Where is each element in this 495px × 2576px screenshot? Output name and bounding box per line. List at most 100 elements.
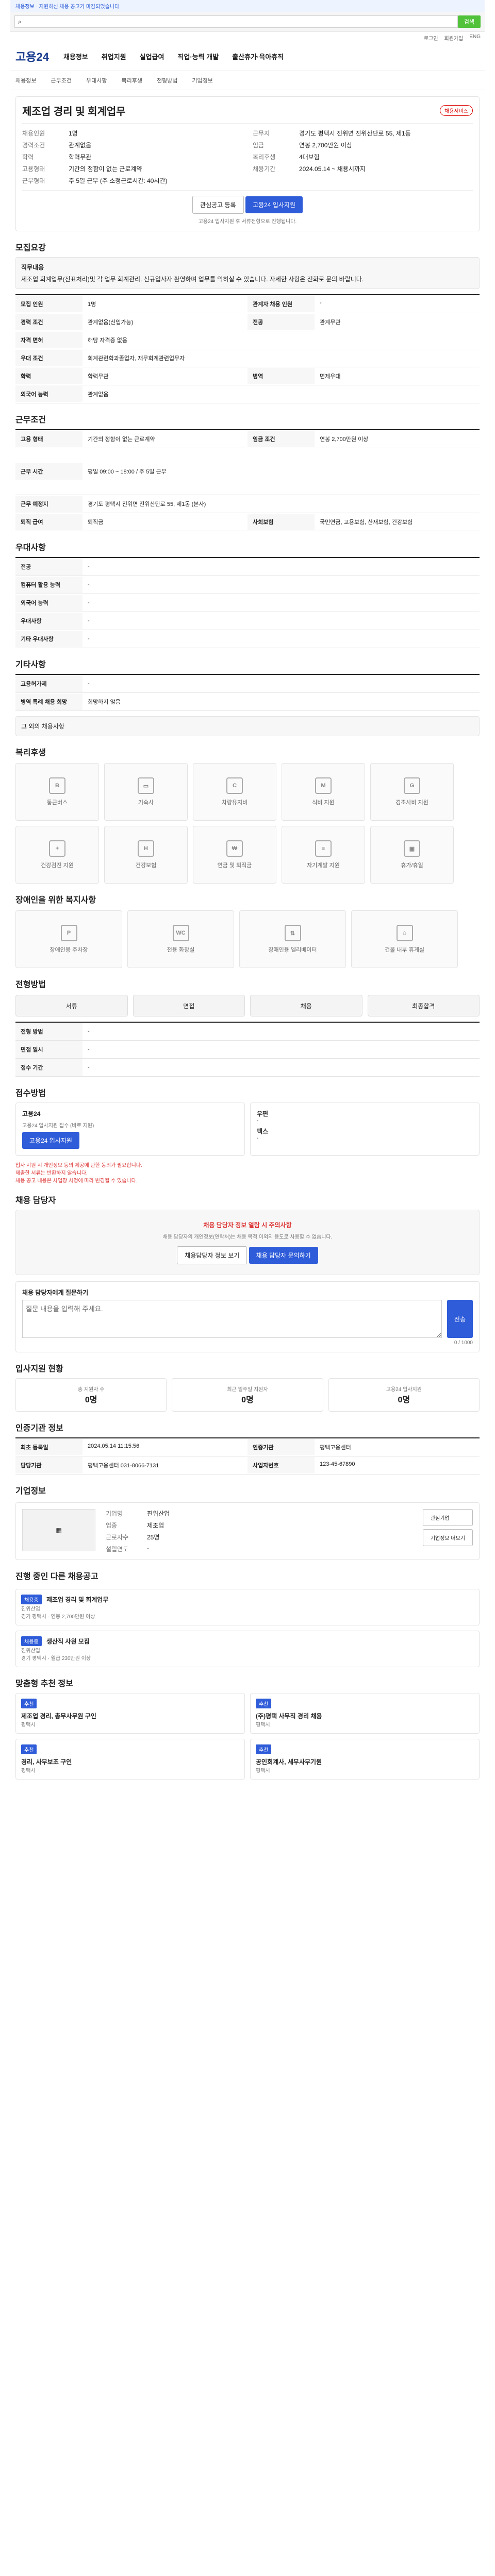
meal-icon: M xyxy=(315,777,332,794)
apply-note: 입사 지원 시 개인정보 등의 제공에 관한 동의가 필요합니다. xyxy=(15,1163,142,1168)
table-label: 고용 형태 xyxy=(15,431,82,447)
inquiry-send-button[interactable]: 전송 xyxy=(447,1300,473,1338)
nav-item[interactable]: 채용정보 xyxy=(63,52,88,61)
signup-link[interactable]: 회원가입 xyxy=(444,34,464,42)
follow-company-button[interactable]: 관심기업 xyxy=(422,1509,473,1526)
table-value: - xyxy=(88,1028,90,1035)
section-title: 기타사항 xyxy=(15,660,46,669)
section-title: 인증기관 정보 xyxy=(15,1424,63,1433)
table-label: 모집 인원 xyxy=(15,296,82,312)
table-label: 컴퓨터 활용 능력 xyxy=(15,577,82,593)
table-value: - xyxy=(88,582,90,588)
search-button[interactable]: 검색 xyxy=(457,15,481,28)
subnav-item[interactable]: 근무조건 xyxy=(51,76,71,84)
selection-step: 면접 xyxy=(133,995,245,1016)
language-link[interactable]: ENG xyxy=(469,34,481,42)
related-card[interactable]: 채용중 생산직 사원 모집 진위산업 경기 평택시 · 월급 230만원 이상 xyxy=(15,1631,480,1667)
ad-card[interactable]: 추천 (주)평택 사무직 경리 채용 평택시 xyxy=(250,1693,480,1734)
subnav-item[interactable]: 복리후생 xyxy=(121,76,142,84)
subnav-item[interactable]: 우대사항 xyxy=(86,76,107,84)
view-contact-button[interactable]: 채용담당자 정보 보기 xyxy=(177,1246,248,1264)
contact-alert-body: 채용 담당자의 개인정보(연락처)는 채용 목적 이외의 용도로 사용할 수 없… xyxy=(162,1234,333,1240)
search-box[interactable]: ⌕ xyxy=(14,15,458,28)
search-input[interactable] xyxy=(24,18,454,25)
welfare-item: ₩ 연금 및 퇴직금 xyxy=(193,826,276,884)
ads-row: 추천 제조업 경리, 총무사무원 구인 평택시 추천 (주)평택 사무직 경리 채용 평… xyxy=(15,1693,480,1734)
welfare-label: 차량유지비 xyxy=(221,800,248,806)
ad-tag: 추천 xyxy=(21,1699,37,1708)
subnav-item[interactable]: 전형방법 xyxy=(157,76,177,84)
ad-card[interactable]: 추천 공인회계사, 세무사무기원 평택시 xyxy=(250,1739,480,1780)
table-value: 회계관련학과졸업자, 재무회계관련업무자 xyxy=(88,355,185,362)
login-link[interactable]: 로그인 xyxy=(424,34,438,42)
welfare-item: B 통근버스 xyxy=(15,763,99,821)
ad-title: (주)평택 사무직 경리 채용 xyxy=(256,1713,322,1720)
nav-item[interactable]: 직업·능력 개발 xyxy=(177,52,219,61)
section-title: 우대사항 xyxy=(15,544,46,552)
table-value: 관계무관 xyxy=(320,319,341,326)
company-logo: ▦ xyxy=(22,1509,95,1551)
table-label: 우대사항 xyxy=(15,613,82,629)
summary-value: 2024.05.14 ~ 채용시까지 xyxy=(299,165,366,173)
table-label: 전공 xyxy=(248,314,315,330)
section-title: 맞춤형 추천 정보 xyxy=(15,1680,73,1688)
welfare-label: 자기계발 지원 xyxy=(307,862,340,869)
contact-alert-title: 채용 담당자 정보 열람 시 주의사항 xyxy=(203,1222,292,1229)
inquiry-textarea[interactable] xyxy=(22,1300,442,1338)
ad-sub: 평택시 xyxy=(21,1768,36,1774)
bed-icon: ▭ xyxy=(138,777,154,794)
company-label: 기업명 xyxy=(106,1510,123,1517)
main-nav: 채용정보 취업지원 실업급여 직업·능력 개발 출산휴가·육아휴직 xyxy=(63,52,284,61)
elevator-icon: ⇅ xyxy=(284,925,301,941)
ask-contact-button[interactable]: 채용 담당자 문의하기 xyxy=(249,1247,318,1264)
table-label: 인증기관 xyxy=(248,1439,315,1455)
welfare-item: ▭ 기숙사 xyxy=(104,763,188,821)
disability-label: 건물 내부 휴게실 xyxy=(385,947,424,953)
company-info-table: 최초 등록일 2024.05.14 11:15:56 인증기관 평택고용센터 담당기관… xyxy=(15,1437,480,1475)
summary-label: 채용인원 xyxy=(22,130,45,137)
apply-online-button[interactable]: 고용24 입사지원 xyxy=(22,1132,79,1149)
selection-steps: 서류 면접 채용 최종합격 xyxy=(15,995,480,1016)
nav-item[interactable]: 출산휴가·육아휴직 xyxy=(232,52,284,61)
company-value: 25명 xyxy=(147,1534,160,1541)
ad-card[interactable]: 추천 경리, 사무보조 구인 평택시 xyxy=(15,1739,245,1780)
welfare-item: G 경조사비 지원 xyxy=(370,763,454,821)
table-value: - xyxy=(88,600,90,606)
ad-title: 경리, 사무보조 구인 xyxy=(21,1758,72,1766)
site-logo[interactable]: 고용24 xyxy=(15,48,49,64)
table-value: 해당 자격증 없음 xyxy=(88,337,127,344)
table-label: 외국어 능력 xyxy=(15,595,82,611)
table-value: 학력무관 xyxy=(88,374,109,380)
interest-button[interactable]: 관심공고 등록 xyxy=(192,196,244,214)
apply-button[interactable]: 고용24 입사지원 xyxy=(245,196,303,213)
summary-value: 주 5일 근무 (주 소정근로시간: 40시간) xyxy=(69,177,168,184)
apply-mail-title: 우편 xyxy=(257,1110,269,1117)
stat-value: 0명 xyxy=(85,1396,97,1404)
ad-card[interactable]: 추천 제조업 경리, 총무사무원 구인 평택시 xyxy=(15,1693,245,1734)
related-company: 진위산업 xyxy=(21,1606,40,1612)
subnav-item[interactable]: 기업정보 xyxy=(192,76,212,84)
ad-tag: 추천 xyxy=(256,1699,272,1708)
nav-item[interactable]: 실업급여 xyxy=(140,52,164,61)
table-value: - xyxy=(88,681,90,687)
nav-item[interactable]: 취업지원 xyxy=(102,52,126,61)
other-note: 그 외의 채용사항 xyxy=(15,716,480,736)
subnav-item[interactable]: 채용정보 xyxy=(15,76,36,84)
company-value: 진위산업 xyxy=(147,1510,170,1517)
section-title: 모집요강 xyxy=(15,244,46,252)
welfare-item: H 건강보험 xyxy=(104,826,188,884)
table-label: 사회보험 xyxy=(248,514,315,530)
welfare-item: C 차량유지비 xyxy=(193,763,276,821)
job-summary-card: 제조업 경리 및 회계업무 채용서비스 채용인원 1명 경력조건 관계없음 학력 학력… xyxy=(15,96,480,231)
pension-icon: ₩ xyxy=(226,840,243,857)
company-more-button[interactable]: 기업정보 더보기 xyxy=(422,1529,473,1546)
related-card[interactable]: 채용중 제조업 경리 및 회계업무 진위산업 경기 평택시 · 연봉 2,700… xyxy=(15,1589,480,1625)
search-bar: ⌕ 검색 xyxy=(10,12,485,32)
table-label: 자격 면허 xyxy=(15,332,82,348)
table-label: 외국어 능력 xyxy=(15,386,82,402)
ad-sub: 평택시 xyxy=(256,1768,270,1774)
image-icon: ▦ xyxy=(56,1527,62,1534)
section-title: 진행 중인 다른 채용공고 xyxy=(15,1572,98,1581)
company-label: 업종 xyxy=(106,1522,118,1529)
table-label: 임금 조건 xyxy=(248,431,315,447)
